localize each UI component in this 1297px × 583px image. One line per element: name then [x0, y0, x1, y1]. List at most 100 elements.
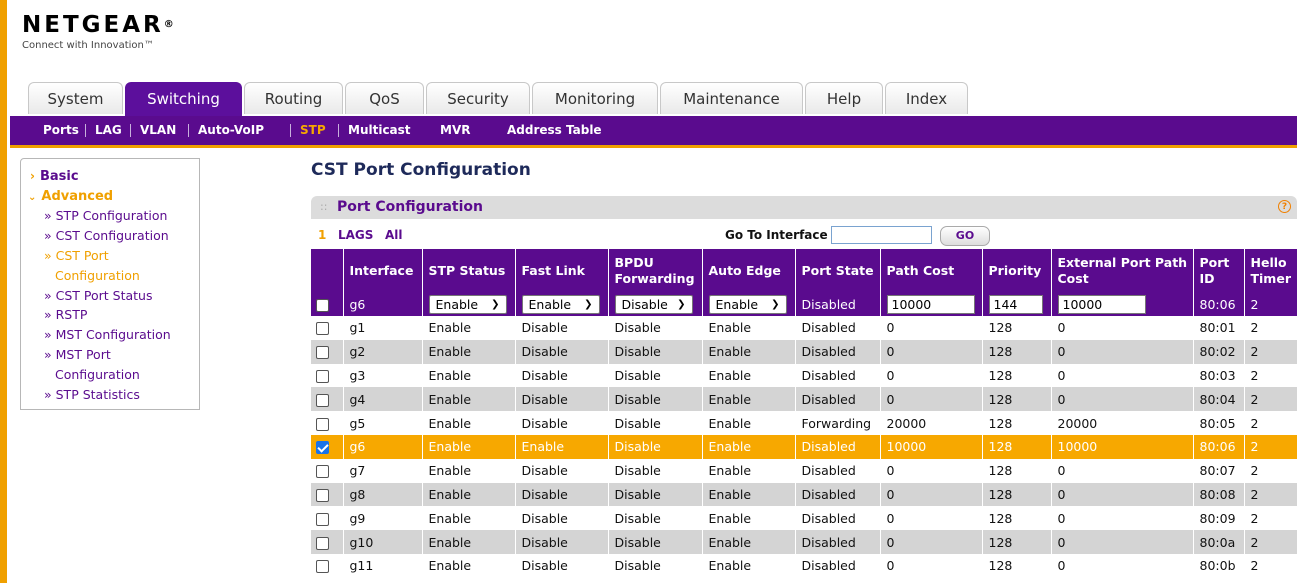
row-checkbox[interactable]	[316, 512, 329, 526]
bpdu-forwarding-select[interactable]: Disable ❯	[614, 294, 693, 314]
go-button[interactable]: GO	[940, 226, 990, 246]
table-row[interactable]: g2 Enable Disable Disable Enable Disabled 0 128…	[311, 339, 1297, 364]
fast-link-select[interactable]: Enable ❯	[521, 294, 600, 314]
subnav-lag[interactable]: LAG	[95, 116, 122, 145]
path-cost-input[interactable]: 10000	[886, 294, 975, 314]
auto-edge-select[interactable]: Enable ❯	[708, 294, 787, 314]
chevron-down-icon: ❯	[771, 298, 780, 310]
row-checkbox[interactable]	[316, 536, 329, 550]
table-row[interactable]: g3 Enable Disable Disable Enable Disabled 0 128…	[311, 363, 1297, 388]
brand-tagline: Connect with Innovation™	[22, 40, 154, 51]
edit-row-checkbox[interactable]	[316, 298, 329, 312]
sidebar-item-mst-port-configuration[interactable]: » MST Port	[44, 347, 111, 362]
cell-auto-edge: Enable	[702, 316, 796, 340]
bpdu-forwarding-value: Disable	[621, 296, 668, 312]
netgear-logo[interactable]: NETGEAR® Connect with Innovation™	[22, 12, 174, 51]
cell-auto-edge: Enable	[702, 506, 796, 531]
table-row[interactable]: g6 Enable Enable Disable Enable Disabled 10000…	[311, 434, 1297, 459]
sidebar-item-cst-port-status[interactable]: » CST Port Status	[44, 288, 152, 303]
row-checkbox[interactable]	[316, 369, 329, 383]
sidebar-item-cst-port-configuration-cont[interactable]: Configuration	[55, 268, 140, 283]
sidebar-item-cst-port-configuration[interactable]: » CST Port	[44, 248, 109, 263]
table-row[interactable]: g9 Enable Disable Disable Enable Disabled 0 128…	[311, 506, 1297, 531]
cell-auto-edge: Enable	[702, 339, 796, 364]
sidebar: › Basic ⌄ Advanced » STP Configuration » C…	[20, 158, 200, 410]
subnav-stp[interactable]: STP	[300, 116, 326, 145]
filter-lags[interactable]: LAGS	[338, 228, 373, 242]
cell-interface: g4	[343, 387, 423, 412]
tab-help[interactable]: Help	[805, 82, 883, 114]
tab-maintenance[interactable]: Maintenance	[660, 82, 803, 114]
priority-input[interactable]: 144	[988, 294, 1043, 314]
cell-path-cost: 0	[880, 530, 983, 554]
tab-system[interactable]: System	[28, 82, 123, 114]
row-checkbox[interactable]	[316, 393, 329, 407]
help-icon[interactable]: ?	[1278, 200, 1291, 213]
column-header-path-cost: Path Cost	[880, 249, 983, 292]
sidebar-item-stp-statistics[interactable]: » STP Statistics	[44, 387, 140, 402]
column-header-priority: Priority	[982, 249, 1052, 292]
cell-auto-edge: Enable	[702, 363, 796, 388]
column-header-hello-timer: Hello Timer	[1244, 249, 1297, 292]
cell-port-id: 80:07	[1193, 458, 1245, 483]
content-top-bar	[10, 145, 1297, 148]
subnav-address-table[interactable]: Address Table	[507, 116, 602, 145]
sidebar-item-advanced[interactable]: ⌄ Advanced	[28, 188, 113, 204]
row-checkbox[interactable]	[316, 417, 329, 431]
cell-interface: g3	[343, 363, 423, 388]
filter-all[interactable]: All	[385, 228, 403, 242]
row-checkbox[interactable]	[316, 465, 329, 479]
cell-stp-status: Enable	[422, 316, 516, 340]
tab-security[interactable]: Security	[426, 82, 530, 114]
tab-qos[interactable]: QoS	[345, 82, 424, 114]
brand-name: NETGEAR	[22, 12, 164, 38]
row-checkbox[interactable]	[316, 322, 329, 336]
cell-priority: 128	[982, 316, 1052, 340]
tab-monitoring[interactable]: Monitoring	[532, 82, 658, 114]
cell-fast-link: Disable	[515, 411, 609, 435]
cell-path-cost: 0	[880, 363, 983, 388]
sidebar-item-cst-configuration[interactable]: » CST Configuration	[44, 228, 169, 243]
cell-hello-timer: 2	[1244, 482, 1297, 507]
goto-interface-input[interactable]	[831, 226, 932, 244]
cell-external-port-path-cost: 0	[1051, 506, 1194, 531]
cell-hello-timer: 2	[1244, 411, 1297, 435]
table-row[interactable]: g4 Enable Disable Disable Enable Disabled 0 128…	[311, 387, 1297, 412]
cell-fast-link: Disable	[515, 458, 609, 483]
table-row[interactable]: g8 Enable Disable Disable Enable Disabled 0 128…	[311, 482, 1297, 507]
subnav-auto-voip[interactable]: Auto-VoIP	[198, 116, 264, 145]
sidebar-item-mst-port-configuration-cont[interactable]: Configuration	[55, 367, 140, 382]
tab-routing[interactable]: Routing	[244, 82, 343, 114]
row-checkbox[interactable]	[316, 346, 329, 360]
table-row[interactable]: g11 Enable Disable Disable Enable Disabled 0 12…	[311, 553, 1297, 578]
row-checkbox[interactable]	[316, 488, 329, 502]
row-checkbox[interactable]	[316, 441, 329, 455]
cell-bpdu-forwarding: Disable	[608, 434, 703, 459]
sidebar-item-rstp[interactable]: » RSTP	[44, 307, 87, 322]
external-path-cost-input[interactable]: 10000	[1057, 294, 1146, 314]
column-header-bpdu-forwarding: BPDU Forwarding	[608, 249, 703, 292]
table-row[interactable]: g10 Enable Disable Disable Enable Disabled 0 12…	[311, 530, 1297, 554]
subnav-ports[interactable]: Ports	[43, 116, 79, 145]
table-row[interactable]: g7 Enable Disable Disable Enable Disabled 0 128…	[311, 458, 1297, 483]
filter-unit-1[interactable]: 1	[318, 228, 326, 242]
subnav-multicast[interactable]: Multicast	[348, 116, 411, 145]
subnav-mvr[interactable]: MVR	[440, 116, 470, 145]
table-header-row: Interface STP Status Fast Link BPDU Forw…	[311, 249, 1297, 292]
table-row[interactable]: g1 Enable Disable Disable Enable Disabled 0 128…	[311, 316, 1297, 340]
column-header-interface: Interface	[343, 249, 423, 292]
row-checkbox[interactable]	[316, 560, 329, 574]
sidebar-item-mst-configuration[interactable]: » MST Configuration	[44, 327, 171, 342]
sidebar-item-stp-configuration[interactable]: » STP Configuration	[44, 208, 167, 223]
cell-path-cost: 0	[880, 482, 983, 507]
subnav-vlan[interactable]: VLAN	[140, 116, 176, 145]
table-row[interactable]: g5 Enable Disable Disable Enable Forwarding 20…	[311, 411, 1297, 435]
cell-port-id: 80:0a	[1193, 530, 1245, 554]
sidebar-item-basic[interactable]: › Basic	[30, 168, 79, 184]
tab-switching[interactable]: Switching	[125, 82, 242, 116]
tab-index[interactable]: Index	[885, 82, 968, 114]
stp-status-select[interactable]: Enable ❯	[428, 294, 507, 314]
cell-external-port-path-cost: 0	[1051, 387, 1194, 412]
cell-hello-timer: 2	[1244, 530, 1297, 554]
cell-priority: 128	[982, 506, 1052, 531]
